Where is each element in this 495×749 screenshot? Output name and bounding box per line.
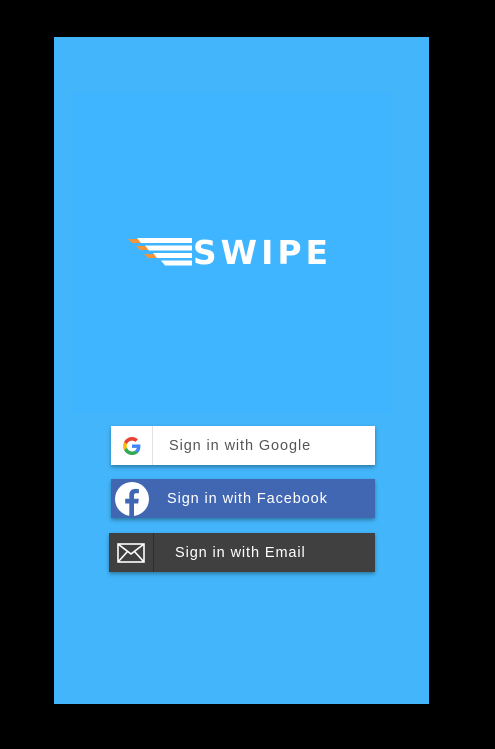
email-signin-button[interactable]: Sign in with Email	[109, 533, 375, 572]
app-screen: SWIPE Sign in with Google Sign in with F…	[54, 37, 429, 704]
facebook-signin-button[interactable]: Sign in with Facebook	[111, 479, 375, 518]
logo-text: SWIPE	[192, 232, 333, 272]
wings-icon	[127, 238, 192, 266]
swipe-logo: SWIPE	[127, 232, 333, 272]
facebook-f-icon	[111, 479, 153, 518]
facebook-signin-label: Sign in with Facebook	[167, 490, 328, 507]
google-g-icon	[111, 426, 153, 465]
email-signin-label: Sign in with Email	[175, 544, 306, 561]
google-signin-label: Sign in with Google	[169, 437, 312, 454]
google-signin-button[interactable]: Sign in with Google	[111, 426, 375, 465]
logo-panel: SWIPE	[71, 93, 391, 413]
envelope-icon	[109, 533, 154, 572]
